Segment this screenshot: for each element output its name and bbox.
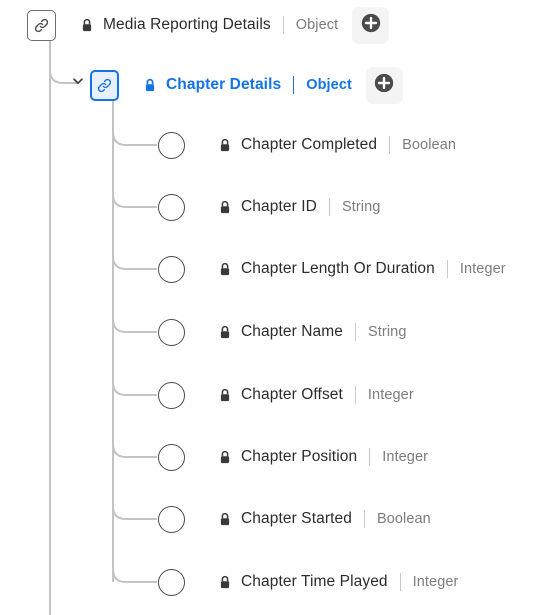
lock-icon [218,511,231,527]
node-label: Chapter Details [166,76,282,93]
field-row[interactable]: Chapter Length Or Duration Integer [218,252,506,286]
field-row[interactable]: Chapter Name String [218,315,406,349]
field-row[interactable]: Chapter Completed Boolean [218,128,456,162]
field-type: Integer [412,574,459,590]
lock-icon [218,137,231,153]
field-label: Chapter Position [241,448,358,465]
field-type: String [341,199,381,215]
field-row[interactable]: Chapter Time Played Integer [218,565,458,599]
field-label: Chapter Name [241,323,343,340]
link-icon [96,77,113,94]
chevron-down-icon [71,74,85,93]
field-row[interactable]: Chapter Position Integer [218,440,428,474]
node-label: Media Reporting Details [103,16,271,33]
field-row[interactable]: Chapter ID String [218,190,380,224]
tree-node-chapter-details[interactable]: Chapter Details Object [90,66,403,104]
lock-icon [218,261,231,277]
field-row[interactable]: Chapter Offset Integer [218,378,414,412]
field-label: Chapter ID [241,198,317,215]
lock-icon [218,574,231,590]
field-type: Integer [459,261,506,277]
field-node-circle[interactable] [157,318,185,346]
lock-icon [218,449,231,465]
lock-icon [80,17,93,33]
field-node-circle[interactable] [157,568,185,596]
field-type: Integer [367,387,414,403]
field-label: Chapter Completed [241,136,378,153]
field-label: Chapter Length Or Duration [241,260,435,277]
lock-icon [218,387,231,403]
add-field-button[interactable] [365,66,403,104]
collapse-toggle-chevron[interactable] [70,75,86,91]
field-label: Chapter Time Played [241,573,388,590]
node-type: Object [295,17,339,33]
field-type: Boolean [402,137,457,153]
field-node-circle[interactable] [157,193,185,221]
link-icon [33,17,50,34]
label-type-separator [328,198,330,216]
field-node-circle[interactable] [157,255,185,283]
label-type-separator [354,386,356,404]
field-label: Chapter Offset [241,386,343,403]
label-type-separator [446,260,448,278]
field-node-circle[interactable] [157,443,185,471]
label-type-separator [389,136,391,154]
label-type-separator [363,510,365,528]
plus-circle-icon [373,72,395,99]
label-type-separator [369,448,371,466]
lock-icon [218,199,231,215]
field-type: Integer [382,449,429,465]
field-node-circle[interactable] [157,381,185,409]
lock-icon [143,77,156,93]
field-row[interactable]: Chapter Started Boolean [218,502,431,536]
field-node-circle[interactable] [157,505,185,533]
link-icon-button[interactable] [27,9,56,41]
field-node-circle[interactable] [157,131,185,159]
field-type: Boolean [376,511,431,527]
node-type: Object [306,77,352,93]
label-type-separator [399,573,401,591]
link-icon-button-selected[interactable] [90,69,119,101]
tree-node-media-reporting-details[interactable]: Media Reporting Details Object [27,6,390,44]
label-type-separator [293,76,295,94]
label-type-separator [355,323,356,341]
plus-circle-icon [360,12,382,39]
field-label: Chapter Started [241,510,352,527]
label-type-separator [282,16,284,34]
add-field-button[interactable] [352,6,390,44]
field-type: String [368,324,407,340]
lock-icon [218,324,231,340]
